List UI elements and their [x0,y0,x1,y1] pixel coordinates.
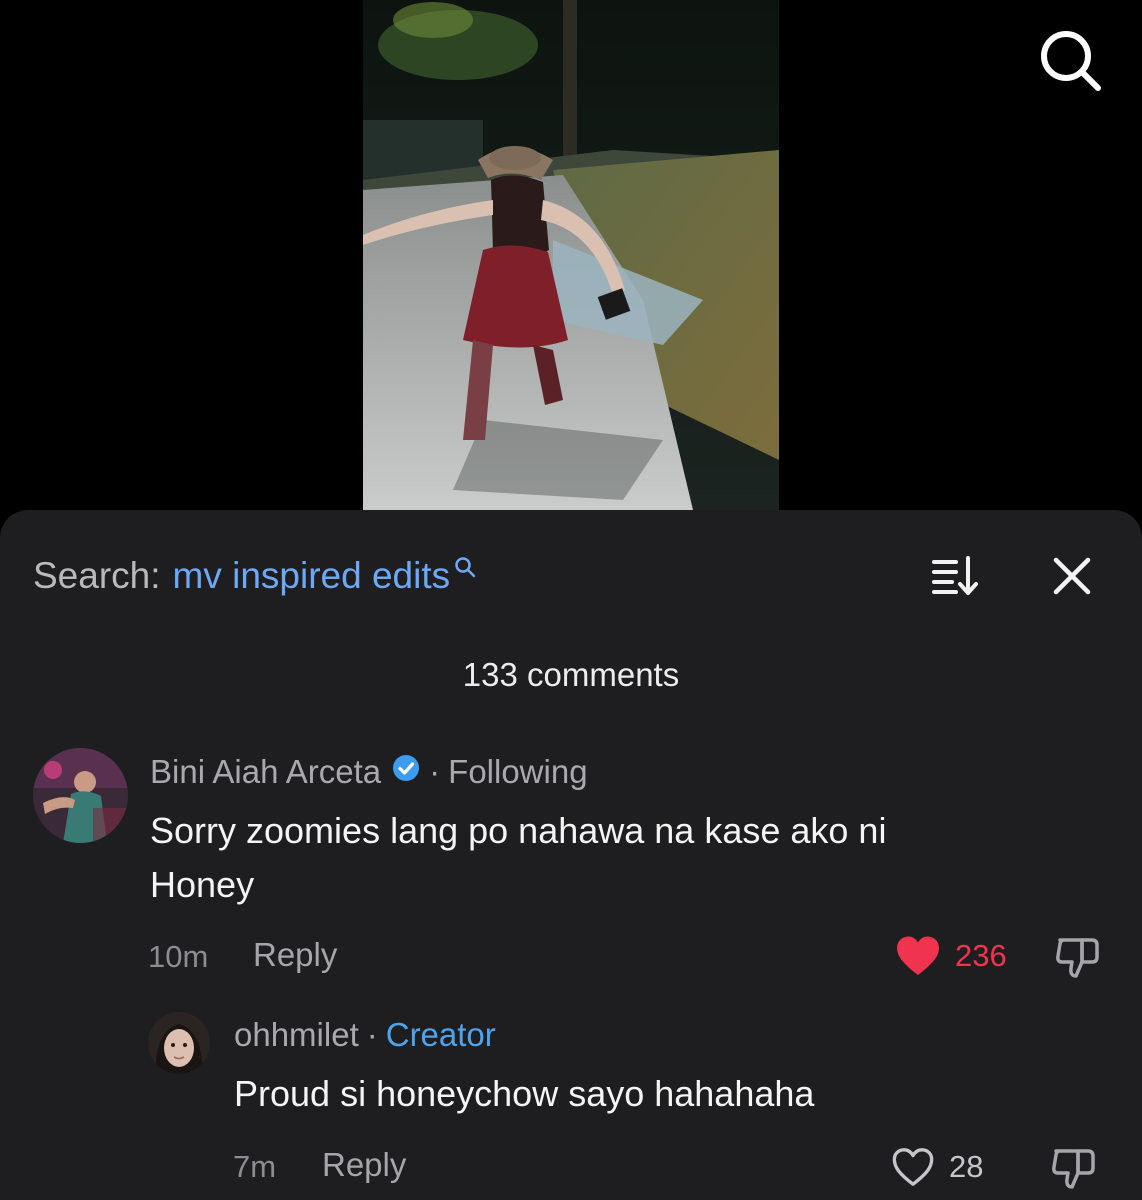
comment-text-line: Sorry zoomies lang po nahawa na kase ako… [150,810,887,851]
sort-comments-button[interactable] [930,554,982,598]
reply-text-line: Proud si honeychow sayo hahahaha [234,1073,815,1114]
heart-filled-icon [897,936,939,975]
comment-count: 133 comments [462,656,680,693]
dislike-button[interactable] [1054,934,1102,980]
comment-timestamp: 10m [148,939,209,974]
comment-text-line: Honey [150,864,255,905]
reply-author-name[interactable]: ohhmilet [234,1016,359,1054]
search-icon [1041,31,1101,91]
comment-text: Sorry zoomies lang po nahawa na kase ako… [150,804,886,912]
close-comments-button[interactable] [1050,554,1094,598]
screen: Search: mv inspired edits 133 comments B… [0,0,1142,1200]
search-term-link[interactable]: mv inspired edits [173,555,451,597]
sort-icon [932,556,978,595]
like-count: 28 [949,1149,984,1184]
avatar[interactable] [33,748,128,843]
heart-outline-icon [892,1148,934,1186]
reply-button[interactable]: Reply [253,936,337,974]
search-prefix-label: Search: [33,555,161,596]
search-suggestion: Search: mv inspired edits [33,552,476,600]
comment-author-name[interactable]: Bini Aiah Arceta [150,753,381,791]
thumbs-down-icon [1056,938,1099,978]
avatar-image [148,1012,210,1074]
reply-text: Proud si honeychow sayo hahahaha [234,1067,814,1121]
reply-timestamp: 7m [233,1149,277,1184]
creator-badge: Creator [385,1016,496,1053]
like-button[interactable]: 28 [891,1144,983,1190]
dislike-button[interactable] [1050,1145,1098,1191]
video-player[interactable] [363,0,779,510]
close-icon [1053,557,1091,595]
like-count: 236 [955,938,1007,973]
avatar-image [33,748,128,843]
following-label: Following [448,753,588,790]
video-frame-image [363,0,779,510]
comment-author-line: Bini Aiah Arceta · Following [150,752,588,792]
reply-button[interactable]: Reply [322,1146,406,1184]
separator-dot: · [429,753,441,790]
thumbs-down-icon [1052,1149,1095,1189]
search-small-icon[interactable] [454,545,476,587]
verified-badge-icon [391,753,421,791]
separator-dot: · [366,1016,378,1053]
reply-author-line: ohhmilet · Creator [234,1015,496,1055]
reply-avatar[interactable] [148,1012,210,1074]
like-button[interactable]: 236 [895,933,1007,979]
search-button[interactable] [1036,26,1104,94]
